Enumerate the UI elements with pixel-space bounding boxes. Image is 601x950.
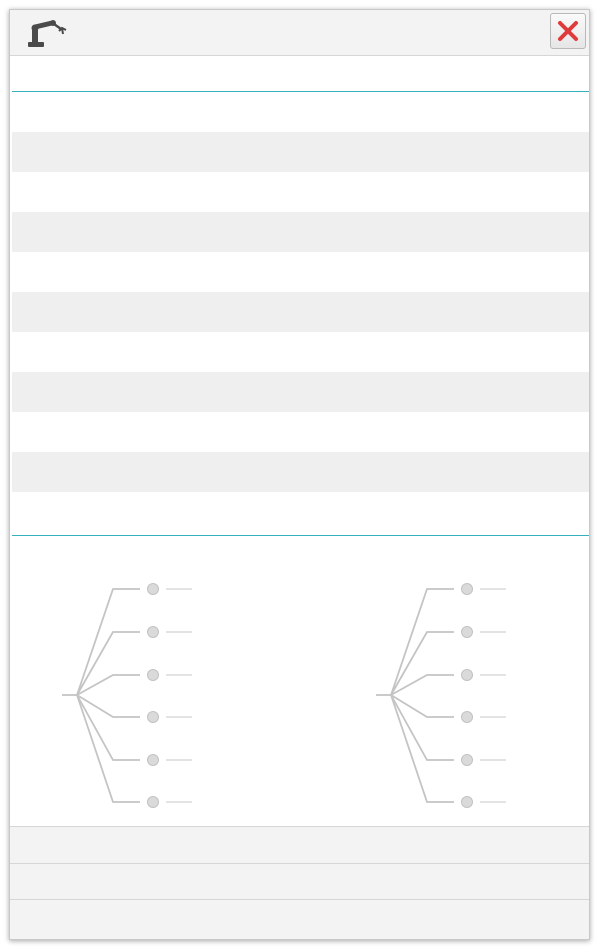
io-led-icon[interactable] [147,626,159,638]
io-led-icon[interactable] [147,669,159,681]
list-header [10,56,589,91]
io-led-icon[interactable] [461,669,473,681]
io-led-icon[interactable] [147,796,159,808]
title-bar [10,10,589,56]
io-led-icon[interactable] [461,626,473,638]
program-dialog [9,9,590,940]
io-led-icon[interactable] [461,583,473,595]
list-row[interactable] [12,332,589,372]
io-tree-right [376,583,506,808]
io-tree-left [62,583,192,808]
list-row[interactable] [12,172,589,212]
io-led-icon[interactable] [147,754,159,766]
list-row[interactable] [12,492,589,532]
io-led-icon[interactable] [147,711,159,723]
io-led-icon[interactable] [461,711,473,723]
list-row[interactable] [12,92,589,132]
io-led-icon[interactable] [461,754,473,766]
close-button[interactable] [550,13,586,49]
footer-bar [10,899,589,939]
io-led-icon[interactable] [461,796,473,808]
list-row[interactable] [12,412,589,452]
list-row[interactable] [12,292,589,332]
list-row[interactable] [12,452,589,492]
io-led-icon[interactable] [147,583,159,595]
footer-bar [10,826,589,864]
list-row[interactable] [12,212,589,252]
close-icon [558,21,578,41]
footer-bar [10,863,589,900]
robot-arm-icon [28,20,67,47]
list-row[interactable] [12,252,589,292]
list-row[interactable] [12,372,589,412]
list-row[interactable] [12,132,589,172]
program-list [12,91,589,536]
